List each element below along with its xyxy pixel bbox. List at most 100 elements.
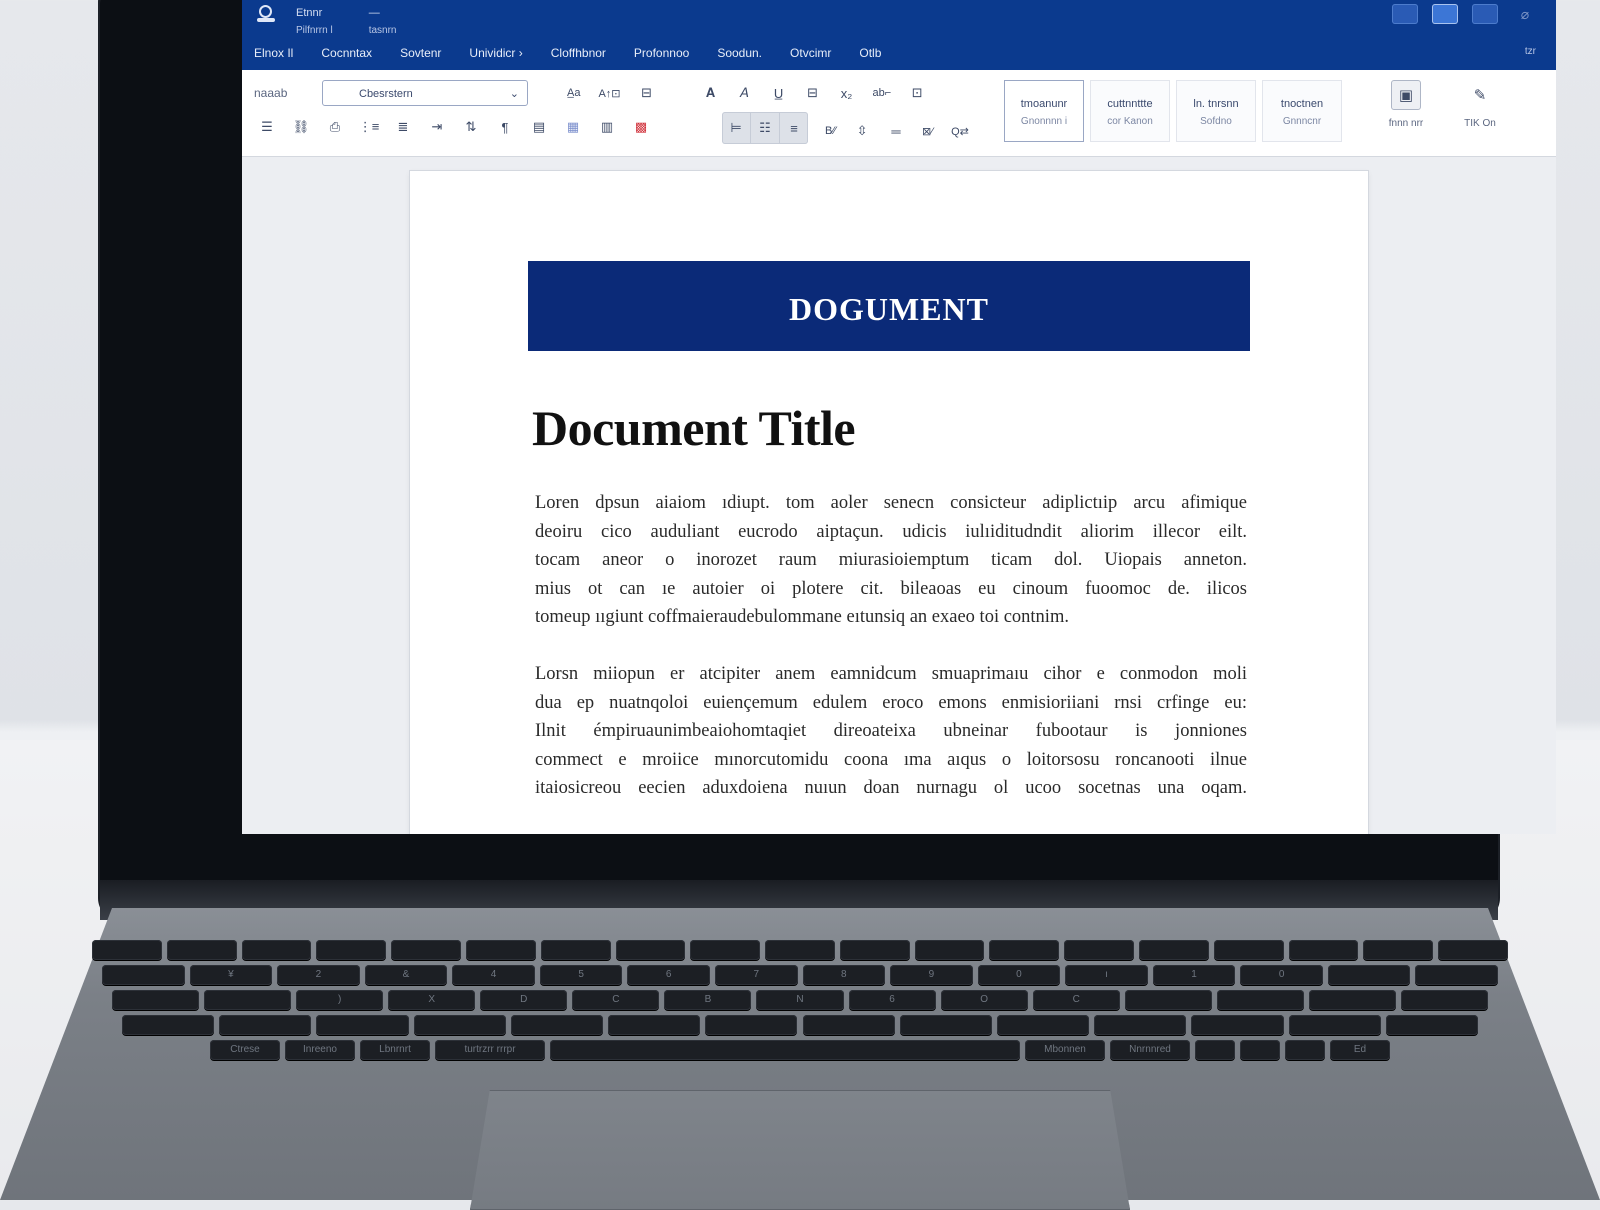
keyboard-key[interactable] [166, 940, 237, 960]
menu-home[interactable]: Cocnntax [307, 46, 386, 60]
keyboard-key[interactable]: O [940, 990, 1028, 1010]
keyboard-key[interactable] [1139, 940, 1209, 960]
select-tool[interactable]: ✎ TIK On [1456, 80, 1504, 129]
keyboard-key[interactable] [112, 990, 200, 1010]
sort-icon[interactable]: ⇅ [460, 116, 482, 138]
style-card-3[interactable]: tnoctnen Gnnncnr [1262, 80, 1342, 142]
keyboard-key[interactable] [1363, 940, 1434, 960]
keyboard-key[interactable] [316, 940, 387, 960]
keyboard-key[interactable] [1288, 940, 1359, 960]
style-card-2[interactable]: ln. tnrsnn Sofdno [1176, 80, 1256, 142]
menu-help[interactable]: Otlb [845, 46, 895, 60]
keyboard-key[interactable] [1385, 1015, 1478, 1035]
qat-item-1[interactable]: — tasnrn [369, 4, 397, 40]
keyboard-key[interactable] [690, 940, 761, 960]
keyboard-key[interactable]: N [756, 990, 844, 1010]
italic-icon[interactable]: 𝘈 [734, 82, 756, 104]
keyboard-key[interactable] [989, 940, 1060, 960]
keyboard-key[interactable] [241, 940, 312, 960]
menu-references[interactable]: Profonnoo [620, 46, 703, 60]
keyboard-key[interactable]: C [1032, 990, 1120, 1010]
menu-insert[interactable]: Sovtenr [386, 46, 455, 60]
keyboard-key[interactable] [1191, 1015, 1284, 1035]
keyboard-key[interactable]: turtrzrr rrrpr [435, 1040, 545, 1060]
keyboard-key[interactable] [1216, 990, 1304, 1010]
keyboard-key[interactable] [608, 1015, 701, 1035]
keyboard-key[interactable]: D [480, 990, 568, 1010]
keyboard-key[interactable] [219, 1015, 312, 1035]
keyboard-key[interactable]: 1 [1152, 965, 1236, 985]
menu-review[interactable]: Soodun. [703, 46, 776, 60]
grow-font-icon[interactable]: A↑⊡ [595, 82, 623, 104]
keyboard-key[interactable] [102, 965, 185, 985]
keyboard-key[interactable]: Inreeno [285, 1040, 355, 1060]
subscript-icon[interactable]: x₂ [836, 82, 858, 104]
keyboard-key[interactable]: 5 [539, 965, 623, 985]
keyboard-key[interactable] [839, 940, 910, 960]
keyboard-key[interactable] [1064, 940, 1135, 960]
keyboard-key[interactable]: C [572, 990, 660, 1010]
keyboard-key[interactable] [705, 1015, 798, 1035]
table-icon[interactable]: ▦ [562, 116, 584, 138]
keyboard-key[interactable] [465, 940, 536, 960]
keyboard-key[interactable]: 8 [802, 965, 886, 985]
keyboard-key[interactable]: 6 [848, 990, 936, 1010]
keyboard-key[interactable]: 6 [627, 965, 710, 985]
print-icon[interactable]: ⎙ [324, 116, 346, 138]
keyboard-key[interactable] [1308, 990, 1396, 1010]
style-card-1[interactable]: cuttnnttte cor Kanon [1090, 80, 1170, 142]
keyboard-key[interactable] [122, 1015, 215, 1035]
link-icon[interactable]: ⛓ [290, 116, 312, 138]
keyboard-key[interactable]: Mbonnen [1025, 1040, 1105, 1060]
spacing-icon[interactable]: ⇳ [851, 120, 873, 142]
highlight-icon[interactable]: ab⌐ [870, 82, 895, 104]
show-marks-icon[interactable]: ¶ [494, 116, 516, 138]
style-card-0[interactable]: tmoanunr Gnonnnn i [1004, 80, 1084, 142]
keyboard-key[interactable] [1288, 1015, 1381, 1035]
keyboard-key[interactable] [540, 940, 611, 960]
border-icon[interactable]: B⁄⁄ [822, 120, 839, 142]
document-canvas[interactable]: DOGUMENT Document Title Loren dpsun aiai… [242, 157, 1556, 834]
keyboard-key[interactable]: Nnrnnred [1110, 1040, 1190, 1060]
align-left-icon[interactable]: ⊨ [722, 112, 751, 144]
align-center-icon[interactable]: ☷ [751, 112, 780, 144]
keyboard-key[interactable] [204, 990, 292, 1010]
indent-icon[interactable]: ⇥ [426, 116, 448, 138]
line-icon[interactable]: ═ [885, 120, 907, 142]
keyboard-key[interactable] [899, 1015, 992, 1035]
keyboard-key[interactable] [1400, 990, 1488, 1010]
font-color-icon[interactable]: ⊡ [906, 82, 928, 104]
keyboard-key[interactable] [510, 1015, 604, 1035]
document-page[interactable]: DOGUMENT Document Title Loren dpsun aiai… [410, 171, 1368, 834]
keyboard-key[interactable] [1213, 940, 1284, 960]
keyboard-key[interactable] [92, 940, 162, 960]
underline-icon[interactable]: U̲ [768, 82, 790, 104]
keyboard-key[interactable] [391, 940, 461, 960]
menu-design[interactable]: Unividicr › [455, 46, 536, 60]
keyboard-key[interactable] [1195, 1040, 1235, 1060]
outline-icon[interactable]: ≣ [392, 116, 414, 138]
keyboard-key[interactable]: 4 [452, 965, 535, 985]
keyboard-key[interactable] [996, 1015, 1090, 1035]
keyboard-key[interactable]: 2 [277, 965, 360, 985]
keyboard-key[interactable]: B [664, 990, 752, 1010]
keyboard-key[interactable]: 0 [1240, 965, 1323, 985]
keyboard-key[interactable] [615, 940, 686, 960]
font-size-icon[interactable]: A̲a [564, 82, 583, 104]
keyboard-key[interactable]: Ctrese [210, 1040, 280, 1060]
keyboard-key[interactable] [1327, 965, 1411, 985]
keyboard-key[interactable] [765, 940, 835, 960]
grid-icon[interactable]: ▥ [596, 116, 618, 138]
numbering-icon[interactable]: ⋮≡ [358, 116, 380, 138]
color-swatch-icon[interactable]: ▩ [630, 116, 652, 138]
keyboard-key[interactable]: ¥ [189, 965, 273, 985]
keyboard-key[interactable]: ) [296, 990, 384, 1010]
ribbon-collapse-button[interactable]: tzr [1525, 46, 1536, 57]
keyboard-key[interactable] [802, 1015, 895, 1035]
keyboard-key[interactable] [1415, 965, 1498, 985]
keyboard-key[interactable] [1124, 990, 1212, 1010]
keyboard-key[interactable]: ı [1065, 965, 1148, 985]
keyboard-key[interactable] [1285, 1040, 1325, 1060]
replace-icon[interactable]: Q⇄ [948, 120, 972, 142]
find-tool[interactable]: ▣ fnnn nrr [1382, 80, 1430, 129]
